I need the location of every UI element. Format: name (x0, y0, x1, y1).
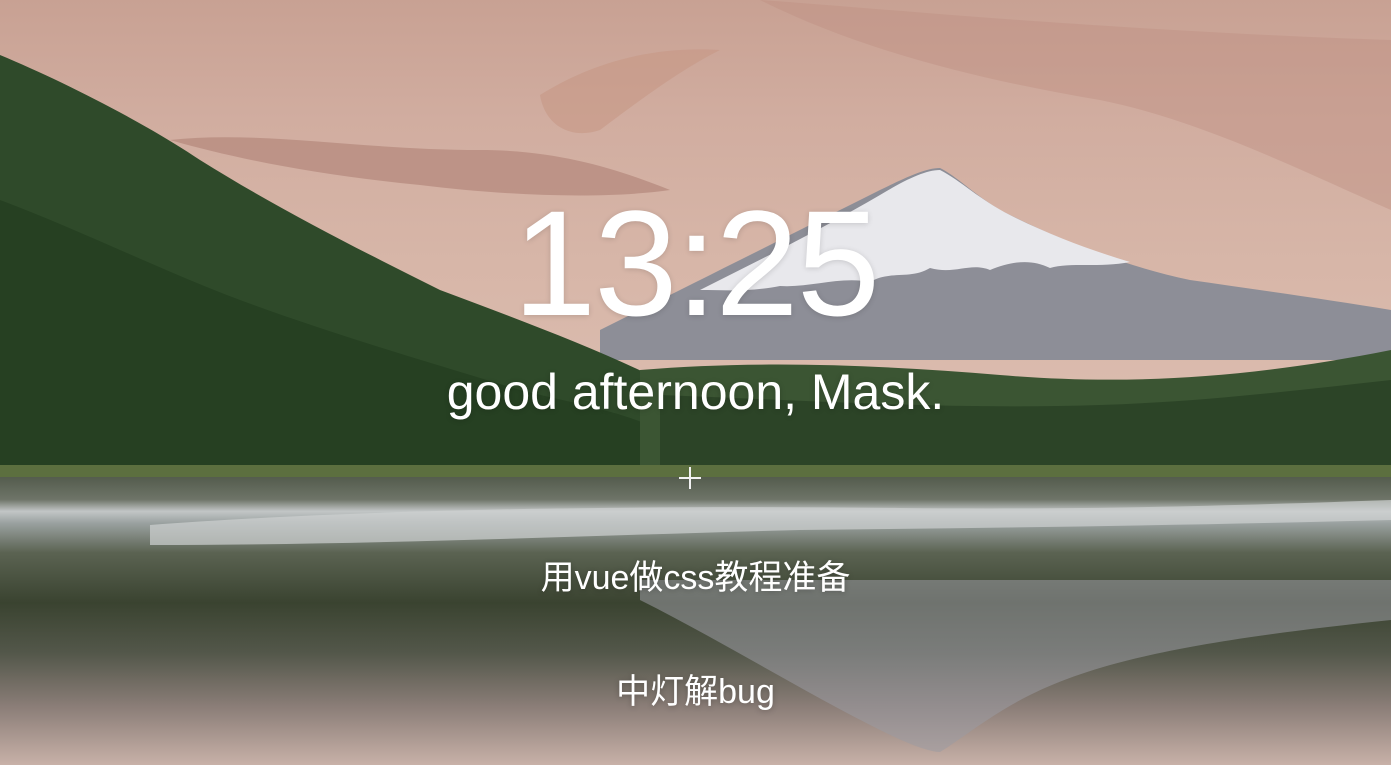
clock-time: 13:25 (512, 179, 880, 347)
todo-item[interactable]: 中灯解bug (0, 667, 1391, 717)
todo-item[interactable]: 用vue做css教程准备 (0, 553, 1391, 603)
greeting-text: good afternoon, Mask. (446, 364, 945, 420)
todo-list: 用vue做css教程准备 中灯解bug (0, 553, 1391, 765)
add-todo-plus-icon[interactable] (677, 465, 703, 491)
